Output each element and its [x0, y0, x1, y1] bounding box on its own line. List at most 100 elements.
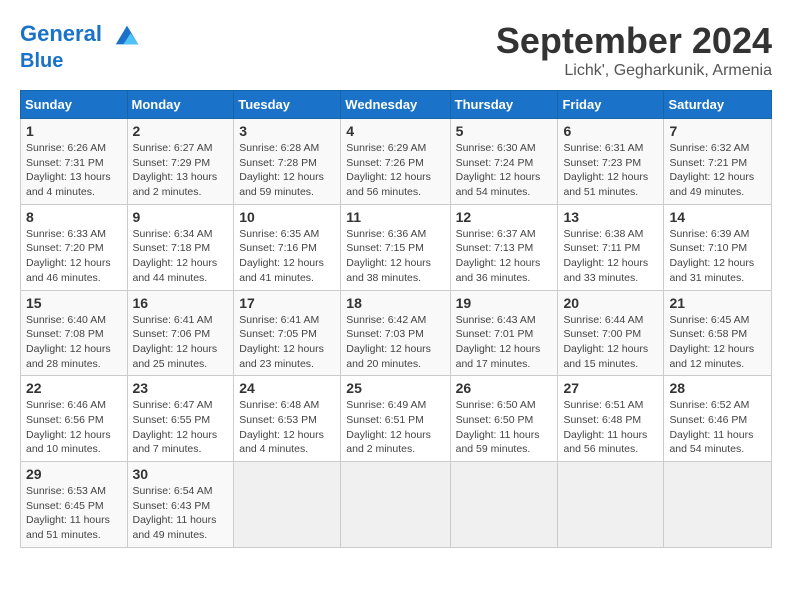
calendar-cell — [558, 462, 664, 548]
logo: General Blue — [20, 20, 142, 72]
day-number: 2 — [133, 123, 229, 139]
day-info: Sunrise: 6:50 AMSunset: 6:50 PMDaylight:… — [456, 398, 553, 457]
day-info: Sunrise: 6:33 AMSunset: 7:20 PMDaylight:… — [26, 227, 122, 286]
day-info: Sunrise: 6:40 AMSunset: 7:08 PMDaylight:… — [26, 313, 122, 372]
logo-line2: Blue — [20, 50, 142, 72]
day-info: Sunrise: 6:54 AMSunset: 6:43 PMDaylight:… — [133, 484, 229, 543]
day-number: 13 — [563, 209, 658, 225]
calendar-cell: 27 Sunrise: 6:51 AMSunset: 6:48 PMDayligh… — [558, 376, 664, 462]
calendar-cell: 19 Sunrise: 6:43 AMSunset: 7:01 PMDayligh… — [450, 290, 558, 376]
day-info: Sunrise: 6:43 AMSunset: 7:01 PMDaylight:… — [456, 313, 553, 372]
day-info: Sunrise: 6:41 AMSunset: 7:05 PMDaylight:… — [239, 313, 335, 372]
header-thursday: Thursday — [450, 91, 558, 119]
day-number: 20 — [563, 295, 658, 311]
header-monday: Monday — [127, 91, 234, 119]
calendar-body: 1Sunrise: 6:26 AMSunset: 7:31 PMDaylight… — [21, 119, 772, 548]
header-tuesday: Tuesday — [234, 91, 341, 119]
calendar-cell: 15 Sunrise: 6:40 AMSunset: 7:08 PMDayligh… — [21, 290, 128, 376]
day-number: 12 — [456, 209, 553, 225]
calendar-cell: 5 Sunrise: 6:30 AMSunset: 7:24 PMDaylight… — [450, 119, 558, 205]
day-info: Sunrise: 6:49 AMSunset: 6:51 PMDaylight:… — [346, 398, 444, 457]
header-sunday: Sunday — [21, 91, 128, 119]
header-friday: Friday — [558, 91, 664, 119]
calendar-cell: 8 Sunrise: 6:33 AMSunset: 7:20 PMDaylight… — [21, 204, 128, 290]
day-number: 3 — [239, 123, 335, 139]
calendar-cell: 6 Sunrise: 6:31 AMSunset: 7:23 PMDaylight… — [558, 119, 664, 205]
day-info: Sunrise: 6:47 AMSunset: 6:55 PMDaylight:… — [133, 398, 229, 457]
calendar-cell: 21Sunrise: 6:45 AMSunset: 6:58 PMDayligh… — [664, 290, 772, 376]
logo-text: General — [20, 20, 142, 50]
header-saturday: Saturday — [664, 91, 772, 119]
calendar-cell: 25Sunrise: 6:49 AMSunset: 6:51 PMDayligh… — [341, 376, 450, 462]
calendar-cell: 2 Sunrise: 6:27 AMSunset: 7:29 PMDaylight… — [127, 119, 234, 205]
calendar-cell: 13Sunrise: 6:38 AMSunset: 7:11 PMDayligh… — [558, 204, 664, 290]
day-info: Sunrise: 6:37 AMSunset: 7:13 PMDaylight:… — [456, 227, 553, 286]
day-info: Sunrise: 6:29 AMSunset: 7:26 PMDaylight:… — [346, 141, 444, 200]
calendar-cell: 22 Sunrise: 6:46 AMSunset: 6:56 PMDayligh… — [21, 376, 128, 462]
day-number: 7 — [669, 123, 766, 139]
day-number: 18 — [346, 295, 444, 311]
calendar-cell — [664, 462, 772, 548]
day-number: 28 — [669, 380, 766, 396]
calendar-cell: 30Sunrise: 6:54 AMSunset: 6:43 PMDayligh… — [127, 462, 234, 548]
calendar-cell: 3 Sunrise: 6:28 AMSunset: 7:28 PMDaylight… — [234, 119, 341, 205]
calendar-cell: 16Sunrise: 6:41 AMSunset: 7:06 PMDayligh… — [127, 290, 234, 376]
day-info: Sunrise: 6:30 AMSunset: 7:24 PMDaylight:… — [456, 141, 553, 200]
day-number: 9 — [133, 209, 229, 225]
day-info: Sunrise: 6:32 AMSunset: 7:21 PMDaylight:… — [669, 141, 766, 200]
day-info: Sunrise: 6:45 AMSunset: 6:58 PMDaylight:… — [669, 313, 766, 372]
day-number: 10 — [239, 209, 335, 225]
day-info: Sunrise: 6:35 AMSunset: 7:16 PMDaylight:… — [239, 227, 335, 286]
calendar: SundayMondayTuesdayWednesdayThursdayFrid… — [20, 90, 772, 548]
day-info: Sunrise: 6:42 AMSunset: 7:03 PMDaylight:… — [346, 313, 444, 372]
day-number: 22 — [26, 380, 122, 396]
day-number: 23 — [133, 380, 229, 396]
day-info: Sunrise: 6:41 AMSunset: 7:06 PMDaylight:… — [133, 313, 229, 372]
calendar-cell: 24Sunrise: 6:48 AMSunset: 6:53 PMDayligh… — [234, 376, 341, 462]
day-info: Sunrise: 6:27 AMSunset: 7:29 PMDaylight:… — [133, 141, 229, 200]
header-wednesday: Wednesday — [341, 91, 450, 119]
day-info: Sunrise: 6:39 AMSunset: 7:10 PMDaylight:… — [669, 227, 766, 286]
calendar-cell — [450, 462, 558, 548]
day-number: 29 — [26, 466, 122, 482]
day-number: 6 — [563, 123, 658, 139]
day-info: Sunrise: 6:26 AMSunset: 7:31 PMDaylight:… — [26, 141, 122, 200]
day-info: Sunrise: 6:44 AMSunset: 7:00 PMDaylight:… — [563, 313, 658, 372]
calendar-cell: 7 Sunrise: 6:32 AMSunset: 7:21 PMDaylight… — [664, 119, 772, 205]
week-row-0: 1Sunrise: 6:26 AMSunset: 7:31 PMDaylight… — [21, 119, 772, 205]
day-number: 8 — [26, 209, 122, 225]
day-number: 27 — [563, 380, 658, 396]
day-info: Sunrise: 6:34 AMSunset: 7:18 PMDaylight:… — [133, 227, 229, 286]
calendar-cell: 14 Sunrise: 6:39 AMSunset: 7:10 PMDayligh… — [664, 204, 772, 290]
day-number: 5 — [456, 123, 553, 139]
calendar-cell — [234, 462, 341, 548]
day-number: 26 — [456, 380, 553, 396]
calendar-header: SundayMondayTuesdayWednesdayThursdayFrid… — [21, 91, 772, 119]
calendar-cell: 26 Sunrise: 6:50 AMSunset: 6:50 PMDayligh… — [450, 376, 558, 462]
logo-icon — [112, 20, 142, 50]
day-number: 17 — [239, 295, 335, 311]
day-info: Sunrise: 6:28 AMSunset: 7:28 PMDaylight:… — [239, 141, 335, 200]
location-title: Lichk', Gegharkunik, Armenia — [496, 62, 772, 80]
day-number: 15 — [26, 295, 122, 311]
day-number: 14 — [669, 209, 766, 225]
week-row-3: 22 Sunrise: 6:46 AMSunset: 6:56 PMDayligh… — [21, 376, 772, 462]
week-row-2: 15 Sunrise: 6:40 AMSunset: 7:08 PMDayligh… — [21, 290, 772, 376]
day-info: Sunrise: 6:53 AMSunset: 6:45 PMDaylight:… — [26, 484, 122, 543]
day-info: Sunrise: 6:46 AMSunset: 6:56 PMDaylight:… — [26, 398, 122, 457]
day-number: 4 — [346, 123, 444, 139]
page-header: General Blue September 2024 Lichk', Gegh… — [20, 20, 772, 80]
day-info: Sunrise: 6:51 AMSunset: 6:48 PMDaylight:… — [563, 398, 658, 457]
day-number: 11 — [346, 209, 444, 225]
day-info: Sunrise: 6:36 AMSunset: 7:15 PMDaylight:… — [346, 227, 444, 286]
day-info: Sunrise: 6:31 AMSunset: 7:23 PMDaylight:… — [563, 141, 658, 200]
calendar-cell: 1Sunrise: 6:26 AMSunset: 7:31 PMDaylight… — [21, 119, 128, 205]
calendar-cell: 12 Sunrise: 6:37 AMSunset: 7:13 PMDayligh… — [450, 204, 558, 290]
calendar-cell: 11 Sunrise: 6:36 AMSunset: 7:15 PMDayligh… — [341, 204, 450, 290]
calendar-cell: 29 Sunrise: 6:53 AMSunset: 6:45 PMDayligh… — [21, 462, 128, 548]
calendar-cell: 18 Sunrise: 6:42 AMSunset: 7:03 PMDayligh… — [341, 290, 450, 376]
day-number: 19 — [456, 295, 553, 311]
title-section: September 2024 Lichk', Gegharkunik, Arme… — [496, 20, 772, 80]
week-row-4: 29 Sunrise: 6:53 AMSunset: 6:45 PMDayligh… — [21, 462, 772, 548]
day-number: 24 — [239, 380, 335, 396]
